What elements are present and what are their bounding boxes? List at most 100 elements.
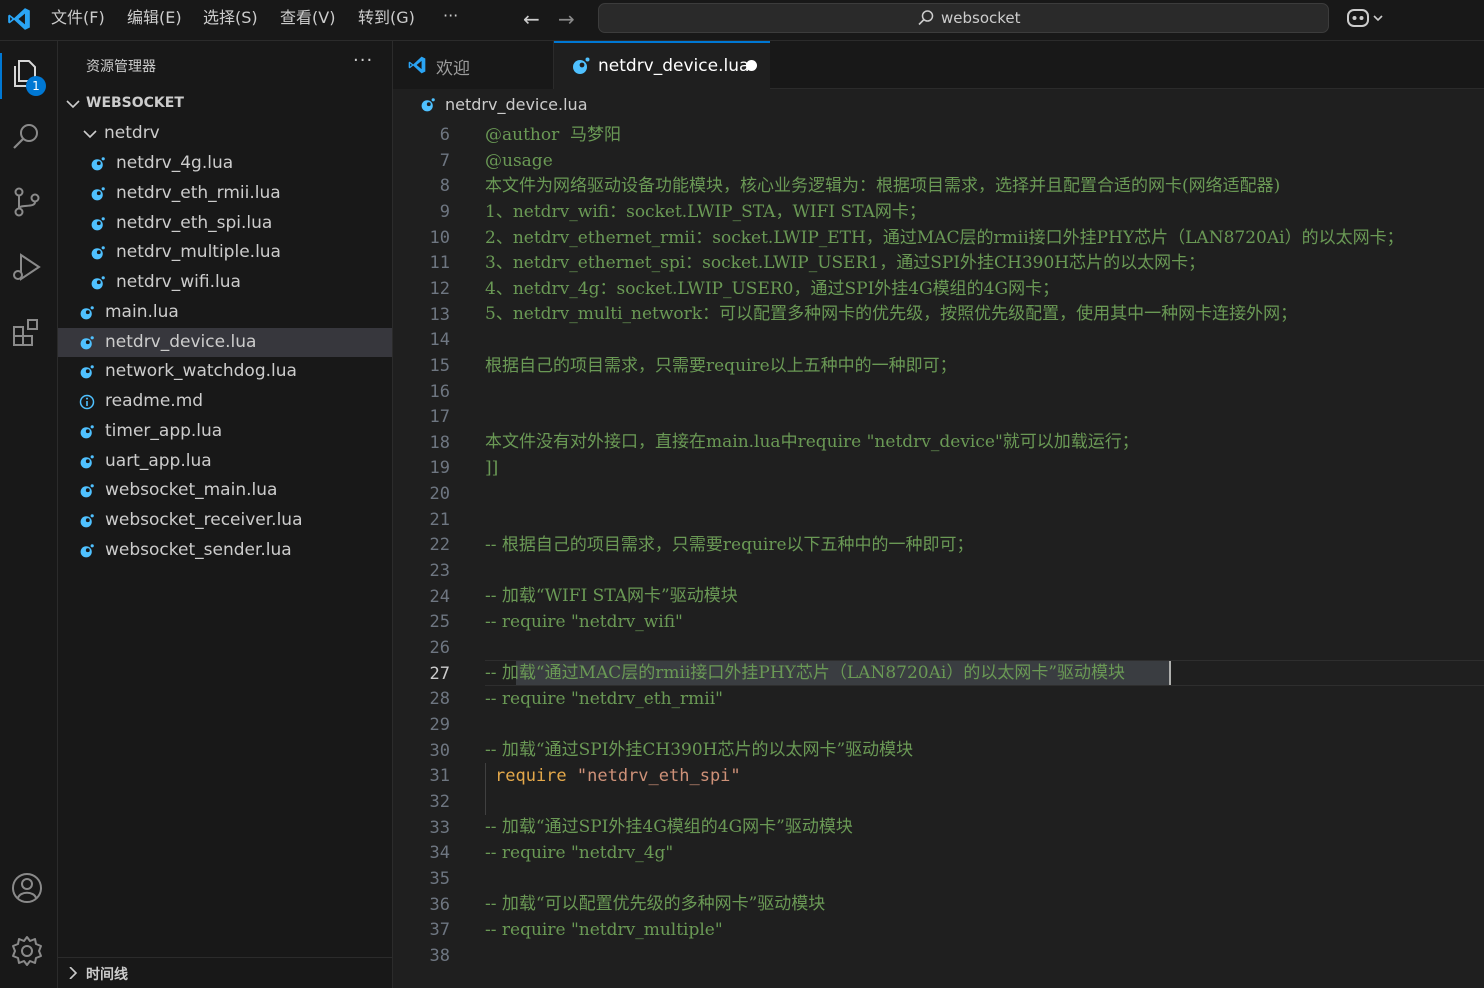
more-actions-icon[interactable]: ··· (353, 50, 373, 71)
vscode-logo-icon[interactable] (6, 6, 32, 32)
tree-file-item[interactable]: websocket_main.lua (58, 476, 392, 505)
line-number: 24 (429, 586, 450, 607)
explorer-sidebar: 资源管理器 ··· WEBSOCKET netdrv 时间线 netdrv_4g… (58, 41, 393, 988)
code-line-13[interactable]: 5、netdrv_multi_network：可以配置多种网卡的优先级，按照优先… (485, 301, 1297, 327)
line-number: 25 (429, 612, 450, 633)
tree-file-item[interactable]: netdrv_eth_rmii.lua (58, 179, 392, 208)
tree-file-item[interactable]: netdrv_device.lua (58, 327, 392, 357)
code-line-28[interactable]: -- require "netdrv_eth_rmii" (485, 686, 723, 712)
folder-netdrv[interactable]: netdrv (58, 119, 392, 148)
copilot-icon[interactable] (1346, 6, 1386, 30)
breadcrumb-file[interactable]: netdrv_device.lua (445, 95, 588, 114)
code-line-18[interactable]: 本文件没有对外接口，直接在main.lua中require "netdrv_de… (485, 429, 1139, 455)
code-editor[interactable]: 6 7 8 9 10 11 12 13 14 15 16 17 18 19 20 21 22 23 24 25 26 27… (393, 120, 1484, 988)
timeline-section[interactable]: 时间线 (58, 957, 392, 987)
folder-root-label: WEBSOCKET (86, 95, 184, 111)
file-name: uart_app.lua (105, 450, 212, 471)
lua-file-icon (573, 57, 590, 74)
tree-file-item[interactable]: websocket_receiver.lua (58, 506, 392, 535)
indent-guide (485, 763, 486, 815)
code-line-25[interactable]: -- require "netdrv_wifi" (485, 609, 683, 635)
line-number: 26 (429, 638, 450, 658)
active-indicator (0, 53, 2, 99)
code-line-24[interactable]: -- 加载“WIFI STA网卡”驱动模块 (485, 583, 738, 609)
unsaved-dot-icon[interactable] (746, 60, 757, 71)
tree-file-item[interactable]: main.lua (58, 298, 392, 327)
code-line-9[interactable]: 1、netdrv_wifi：socket.LWIP_STA，WIFI STA网卡… (485, 199, 926, 225)
code-line-30[interactable]: -- 加载“通过SPI外挂CH390H芯片的以太网卡”驱动模块 (485, 737, 913, 763)
code-line-8[interactable]: 本文件为网络驱动设备功能模块，核心业务逻辑为：根据项目需求，选择并且配置合适的网… (485, 173, 1280, 199)
command-center[interactable]: websocket (598, 3, 1329, 33)
line-number: 17 (429, 407, 450, 428)
tree-file-item[interactable]: network_watchdog.lua (58, 357, 392, 386)
line-number: 11 (429, 253, 450, 274)
tree-file-item[interactable]: timer_app.lua (58, 417, 392, 446)
line-number: 7 (439, 150, 450, 171)
code-line-27[interactable]: -- 加载“通过MAC层的rmii接口外挂PHY芯片（LAN8720Ai）的以太… (485, 660, 1125, 686)
code-line-36[interactable]: -- 加载“可以配置优先级的多种网卡”驱动模块 (485, 891, 825, 917)
editor-tabs: 欢迎 netdrv_device.lua (393, 41, 1484, 89)
line-number: 9 (439, 201, 450, 222)
back-arrow-icon[interactable]: ← (523, 7, 540, 31)
code-line-6[interactable]: @author 马梦阳 (485, 122, 621, 148)
menu-edit[interactable]: 编辑(E) (127, 7, 182, 29)
tree-file-item[interactable]: netdrv_4g.lua (58, 149, 392, 178)
line-number: 34 (429, 843, 450, 864)
code-line-11[interactable]: 3、netdrv_ethernet_spi：socket.LWIP_USER1，… (485, 250, 1205, 276)
code-line-7[interactable]: @usage (485, 148, 553, 174)
tree-file-item[interactable]: websocket_sender.lua (58, 536, 392, 565)
lua-file-icon (80, 514, 94, 528)
tab-netdrv-device[interactable]: netdrv_device.lua (554, 41, 770, 89)
gear-icon[interactable] (9, 933, 45, 969)
folder-root[interactable]: WEBSOCKET (58, 89, 392, 118)
file-name: netdrv_device.lua (105, 331, 257, 352)
lua-file-icon (80, 424, 94, 439)
line-number: 37 (429, 920, 450, 941)
explorer-badge: 1 (26, 76, 46, 96)
code-line-19[interactable]: ]] (485, 455, 498, 481)
tree-file-item[interactable]: netdrv_eth_spi.lua (58, 209, 392, 238)
lua-file-icon (80, 454, 94, 468)
code-line-37[interactable]: -- require "netdrv_multiple" (485, 917, 723, 943)
line-number: 6 (439, 125, 450, 145)
chevron-down-icon (83, 130, 97, 139)
menu-view[interactable]: 查看(V) (280, 7, 335, 29)
file-name: netdrv_eth_rmii.lua (116, 182, 281, 203)
line-number: 32 (429, 791, 450, 812)
search-icon[interactable] (9, 119, 45, 155)
forward-arrow-icon[interactable]: → (558, 7, 575, 31)
menu-more[interactable]: ··· (443, 5, 458, 27)
tab-welcome[interactable]: 欢迎 (393, 41, 554, 89)
file-name: network_watchdog.lua (105, 361, 297, 382)
text-cursor (1169, 661, 1171, 685)
menu-selection[interactable]: 选择(S) (203, 7, 258, 29)
lua-file-icon (91, 246, 105, 260)
tree-file-item[interactable]: netdrv_wifi.lua (58, 268, 392, 297)
tree-file-item[interactable]: netdrv_multiple.lua (58, 238, 392, 267)
code-line-31[interactable]: require "netdrv_eth_spi" (495, 763, 741, 789)
account-icon[interactable] (9, 870, 45, 906)
code-line-34[interactable]: -- require "netdrv_4g" (485, 840, 673, 866)
code-line-12[interactable]: 4、netdrv_4g：socket.LWIP_USER0，通过SPI外挂4G模… (485, 276, 1059, 302)
lua-file-icon (91, 216, 105, 230)
file-name: netdrv_multiple.lua (116, 242, 281, 263)
code-line-10[interactable]: 2、netdrv_ethernet_rmii：socket.LWIP_ETH，通… (485, 225, 1404, 251)
tree-file-item[interactable]: uart_app.lua (58, 447, 392, 476)
file-name: netdrv_4g.lua (116, 153, 234, 173)
line-number: 31 (429, 766, 450, 787)
menu-go[interactable]: 转到(G) (358, 7, 415, 29)
code-line-15[interactable]: 根据自己的项目需求，只需要require以上五种中的一种即可； (485, 353, 957, 379)
code-line-22[interactable]: -- 根据自己的项目需求，只需要require以下五种中的一种即可； (485, 532, 974, 558)
run-debug-icon[interactable] (9, 249, 45, 285)
string-literal: "netdrv_eth_spi" (566, 766, 741, 786)
extensions-icon[interactable] (9, 314, 45, 350)
lua-file-icon (80, 543, 94, 557)
line-number: 8 (439, 176, 450, 197)
source-control-icon[interactable] (9, 184, 45, 220)
lua-file-icon (80, 484, 94, 498)
code-line-33[interactable]: -- 加载“通过SPI外挂4G模组的4G网卡”驱动模块 (485, 814, 853, 840)
tree-file-item[interactable]: readme.md (58, 387, 392, 416)
line-number: 36 (429, 894, 450, 915)
selected-text: 加载“通过MAC层的rmii接口外挂PHY芯片（LAN8720Ai）的以太网卡”… (501, 663, 1126, 683)
menu-file[interactable]: 文件(F) (51, 7, 105, 29)
